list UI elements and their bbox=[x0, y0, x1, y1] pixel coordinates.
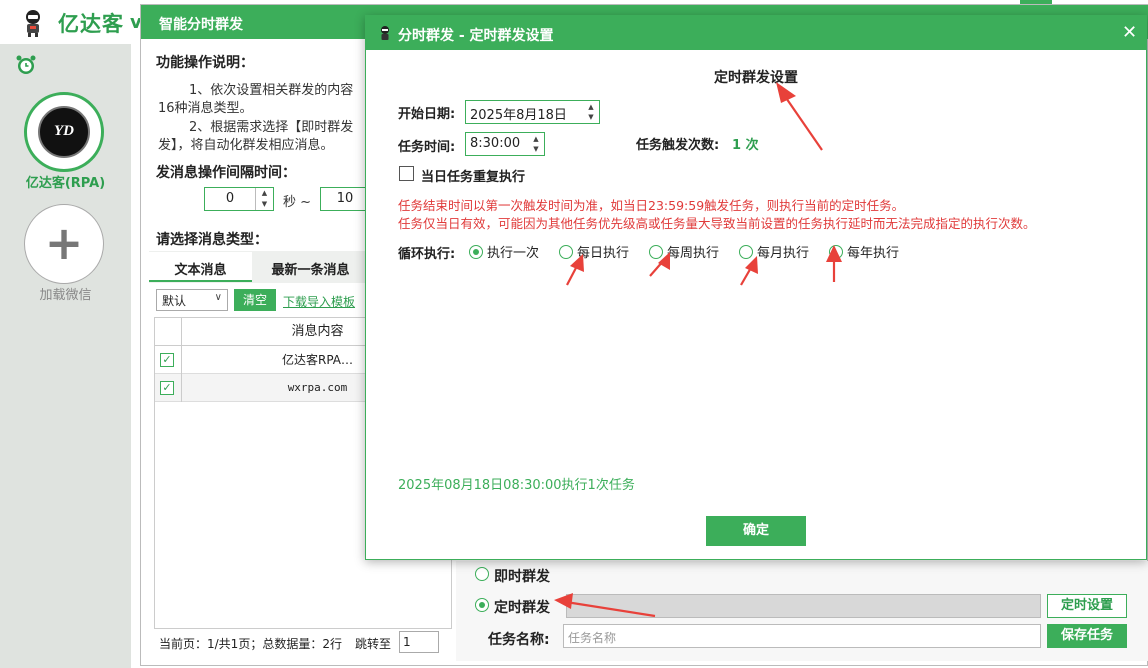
chevron-down-icon[interactable]: ▼ bbox=[256, 199, 273, 210]
loop-monthly-label[interactable]: 每月执行 bbox=[757, 242, 809, 261]
note-line-1: 任务结束时间以第一次触发时间为准，如当日23:59:59触发任务，则执行当前的定… bbox=[398, 198, 905, 213]
robot-logo-icon bbox=[26, 10, 40, 37]
chevron-down-icon: ∨ bbox=[214, 292, 222, 303]
close-icon[interactable]: ✕ bbox=[1122, 22, 1137, 43]
chevron-up-icon[interactable]: ▲ bbox=[256, 188, 273, 199]
chevron-down-icon[interactable]: ▼ bbox=[585, 112, 597, 122]
instructions-label: 功能操作说明： bbox=[156, 55, 254, 71]
task-time-value: 8:30:00 bbox=[470, 136, 521, 151]
row-checkbox[interactable]: ✓ bbox=[160, 381, 174, 395]
loop-once-radio[interactable] bbox=[469, 245, 483, 259]
download-template-link[interactable]: 下载导入模板 bbox=[283, 293, 355, 310]
row-checkbox[interactable]: ✓ bbox=[160, 353, 174, 367]
chevron-up-icon[interactable]: ▲ bbox=[530, 134, 542, 144]
timed-task-bar bbox=[566, 594, 1041, 618]
repeat-checkbox[interactable] bbox=[399, 166, 414, 181]
clear-button[interactable]: 清空 bbox=[234, 289, 276, 311]
start-date-stepper[interactable]: ▲ ▼ bbox=[585, 102, 597, 122]
account-logo: YD bbox=[38, 106, 90, 158]
pager-info: 当前页：1/共1页；总数据量：2行 bbox=[159, 637, 342, 651]
repeat-label[interactable]: 当日任务重复执行 bbox=[421, 166, 525, 185]
schedule-summary: 2025年08月18日08:30:00执行1次任务 bbox=[398, 478, 635, 493]
task-time-stepper[interactable]: ▲ ▼ bbox=[530, 134, 542, 154]
interval-to-value: 10 bbox=[336, 191, 354, 206]
instant-send-radio[interactable] bbox=[475, 567, 489, 581]
instruction-1b: 16种消息类型。 bbox=[158, 101, 253, 116]
account-avatar[interactable]: YD bbox=[24, 92, 104, 172]
tab-latest-message[interactable]: 最新一条消息 bbox=[253, 252, 368, 282]
settings-heading: 定时群发设置 bbox=[714, 70, 798, 86]
add-wechat-button[interactable]: + bbox=[24, 204, 104, 284]
tab-text-message[interactable]: 文本消息 bbox=[149, 252, 252, 282]
loop-monthly-radio[interactable] bbox=[739, 245, 753, 259]
interval-unit: 秒 ~ bbox=[283, 195, 312, 210]
account-logo-text: YD bbox=[54, 123, 74, 139]
confirm-button[interactable]: 确定 bbox=[706, 516, 806, 546]
start-date-value: 2025年8月18日 bbox=[470, 108, 567, 123]
loop-weekly-radio[interactable] bbox=[649, 245, 663, 259]
template-select[interactable]: 默认 ∨ bbox=[156, 289, 228, 311]
dialog-title: 分时群发 - 定时群发设置 bbox=[398, 28, 554, 44]
alarm-clock-icon[interactable] bbox=[15, 54, 37, 76]
account-sidebar: YD 亿达客(RPA) + 加载微信 bbox=[0, 44, 131, 668]
dialog-titlebar: 分时群发 - 定时群发设置 ✕ bbox=[366, 16, 1146, 50]
interval-from-stepper[interactable]: ▲ ▼ bbox=[255, 188, 273, 210]
instant-send-label[interactable]: 即时群发 bbox=[494, 566, 550, 586]
task-name-input[interactable]: 任务名称 bbox=[563, 624, 1041, 648]
interval-label: 发消息操作间隔时间： bbox=[156, 165, 296, 181]
loop-weekly-label[interactable]: 每周执行 bbox=[667, 242, 719, 261]
plus-icon: + bbox=[44, 216, 84, 270]
loop-yearly-label[interactable]: 每年执行 bbox=[847, 242, 899, 261]
chevron-down-icon[interactable]: ▼ bbox=[530, 144, 542, 154]
start-date-picker[interactable]: 2025年8月18日 ▲ ▼ bbox=[465, 100, 600, 124]
instruction-2a: 2、根据需求选择【即时群发 bbox=[189, 120, 354, 135]
interval-from-value: 0 bbox=[225, 191, 235, 206]
timed-settings-button[interactable]: 定时设置 bbox=[1047, 594, 1127, 618]
jump-label: 跳转至 bbox=[355, 637, 392, 651]
note-line-2: 任务仅当日有效，可能因为其他任务优先级高或任务量大导致当前设置的任务执行延时而无… bbox=[398, 216, 1036, 231]
loop-once-label[interactable]: 执行一次 bbox=[487, 242, 539, 261]
trigger-count-value: 1 次 bbox=[732, 138, 759, 153]
jump-page-input[interactable]: 1 bbox=[399, 631, 439, 653]
loop-label: 循环执行: bbox=[398, 247, 456, 262]
timed-send-radio[interactable] bbox=[475, 598, 489, 612]
app-title: 亿达客 bbox=[58, 12, 124, 36]
trigger-count-label: 任务触发次数: bbox=[636, 138, 720, 153]
interval-from-input[interactable]: 0 ▲ ▼ bbox=[204, 187, 274, 211]
timed-broadcast-settings-dialog: 分时群发 - 定时群发设置 ✕ 定时群发设置 开始日期: 2025年8月18日 … bbox=[365, 15, 1147, 560]
start-date-label: 开始日期: bbox=[398, 107, 456, 122]
task-name-label: 任务名称: bbox=[488, 632, 550, 648]
task-time-picker[interactable]: 8:30:00 ▲ ▼ bbox=[465, 132, 545, 156]
interval-to-input[interactable]: 10 bbox=[320, 187, 370, 211]
task-time-label: 任务时间: bbox=[398, 140, 456, 155]
timed-send-label[interactable]: 定时群发 bbox=[494, 597, 550, 617]
save-task-button[interactable]: 保存任务 bbox=[1047, 624, 1127, 648]
account-name: 亿达客(RPA) bbox=[25, 176, 106, 191]
robot-logo-icon bbox=[381, 26, 389, 40]
loop-yearly-radio[interactable] bbox=[829, 245, 843, 259]
loop-daily-label[interactable]: 每日执行 bbox=[577, 242, 629, 261]
instruction-2b: 发】，将自动化群发相应消息。 bbox=[158, 138, 334, 153]
loop-daily-radio[interactable] bbox=[559, 245, 573, 259]
add-wechat-label: 加载微信 bbox=[39, 288, 92, 303]
instruction-1a: 1、依次设置相关群发的内容 bbox=[189, 83, 354, 98]
chevron-up-icon[interactable]: ▲ bbox=[585, 102, 597, 112]
message-type-label: 请选择消息类型： bbox=[156, 232, 268, 248]
template-select-value: 默认 bbox=[162, 294, 187, 308]
